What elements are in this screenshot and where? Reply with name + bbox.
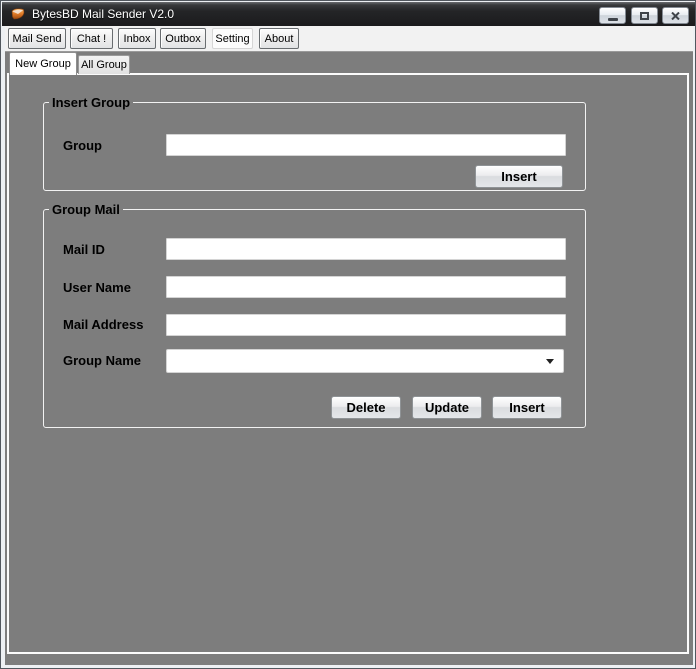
insert-group-button[interactable]: Insert bbox=[475, 165, 563, 188]
chevron-down-icon bbox=[546, 358, 554, 364]
toolbar-button-about[interactable]: About bbox=[259, 28, 299, 49]
mail-id-label: Mail ID bbox=[63, 242, 105, 257]
mail-address-input[interactable] bbox=[166, 314, 566, 336]
group-name-combobox[interactable] bbox=[166, 349, 564, 373]
maximize-icon bbox=[640, 11, 649, 20]
group-label: Group bbox=[63, 138, 102, 153]
close-button[interactable] bbox=[662, 7, 689, 24]
titlebar: BytesBD Mail Sender V2.0 bbox=[2, 2, 695, 26]
toolbar-button-mail-send[interactable]: Mail Send bbox=[8, 28, 66, 49]
app-window: BytesBD Mail Sender V2.0 Mail Send Chat … bbox=[0, 0, 696, 669]
mail-address-label: Mail Address bbox=[63, 317, 144, 332]
tab-all-group[interactable]: All Group bbox=[78, 55, 130, 74]
group-mail-legend: Group Mail bbox=[49, 202, 123, 217]
close-icon bbox=[671, 11, 680, 20]
insert-mail-button[interactable]: Insert bbox=[492, 396, 562, 419]
minimize-icon bbox=[607, 17, 618, 21]
window-title: BytesBD Mail Sender V2.0 bbox=[32, 7, 175, 21]
minimize-button[interactable] bbox=[599, 7, 626, 24]
maximize-button[interactable] bbox=[631, 7, 658, 24]
toolbar: Mail Send Chat ! Inbox Outbox Setting Ab… bbox=[5, 26, 693, 52]
group-input[interactable] bbox=[166, 134, 566, 156]
user-name-label: User Name bbox=[63, 280, 131, 295]
update-button[interactable]: Update bbox=[412, 396, 482, 419]
delete-button[interactable]: Delete bbox=[331, 396, 401, 419]
group-name-label: Group Name bbox=[63, 353, 142, 368]
mail-app-icon bbox=[10, 6, 26, 22]
toolbar-button-chat[interactable]: Chat ! bbox=[70, 28, 113, 49]
mail-id-input[interactable] bbox=[166, 238, 566, 260]
toolbar-button-outbox[interactable]: Outbox bbox=[160, 28, 206, 49]
user-name-input[interactable] bbox=[166, 276, 566, 298]
toolbar-button-setting[interactable]: Setting bbox=[212, 28, 253, 49]
insert-group-legend: Insert Group bbox=[49, 95, 134, 110]
toolbar-button-inbox[interactable]: Inbox bbox=[118, 28, 156, 49]
tab-new-group[interactable]: New Group bbox=[9, 52, 77, 75]
